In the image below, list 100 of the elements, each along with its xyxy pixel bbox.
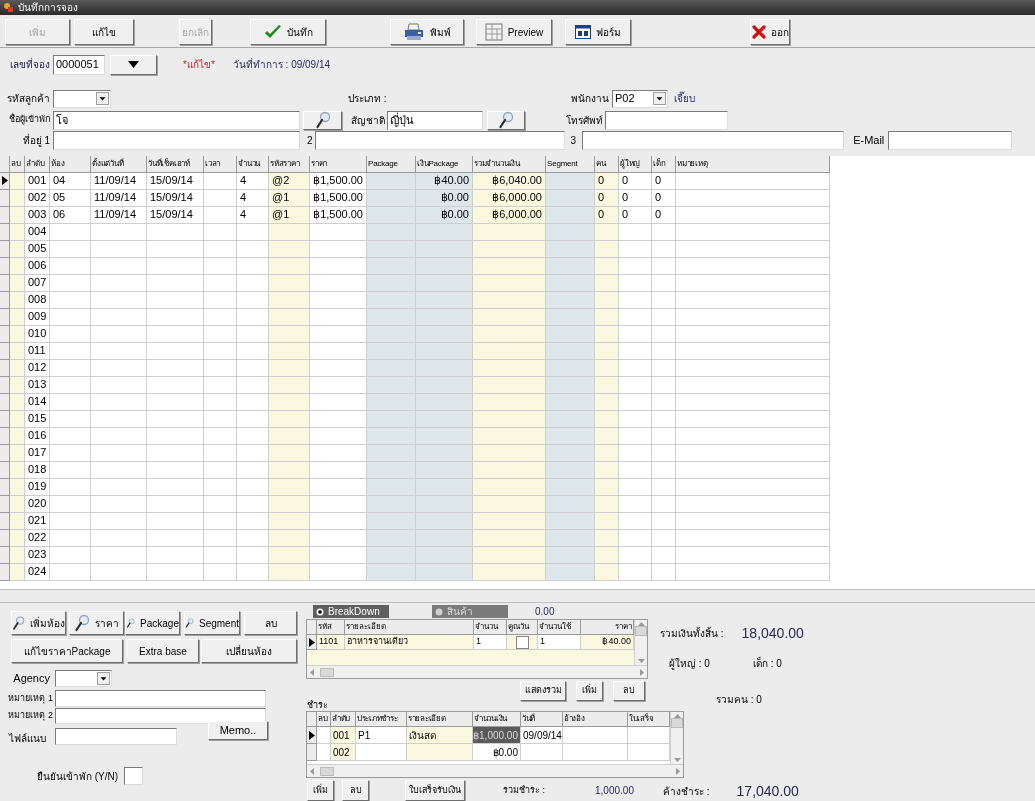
- action-button[interactable]: ราคา: [69, 611, 124, 635]
- column-header[interactable]: เงินPackage: [416, 155, 473, 173]
- column-header[interactable]: ผู้ใหญ่: [619, 155, 652, 173]
- action-button[interactable]: เปลี่ยนห้อง: [201, 639, 297, 663]
- search-button[interactable]: [487, 110, 525, 130]
- column-header[interactable]: รหัสราคา: [269, 155, 310, 173]
- column-header[interactable]: หมายเหตุ: [676, 155, 830, 173]
- mode-label: *แก้ไข*: [183, 58, 215, 73]
- action-button[interactable]: ลบ: [342, 780, 369, 801]
- action-button[interactable]: ลบ: [613, 681, 645, 701]
- search-icon: [74, 614, 90, 632]
- action-button[interactable]: Segment: [184, 611, 240, 635]
- scrollbar[interactable]: [670, 712, 683, 764]
- column-header[interactable]: เวลา: [204, 155, 237, 173]
- table-cell: 002: [331, 744, 356, 761]
- column-header[interactable]: เด็ก: [652, 155, 676, 173]
- action-button[interactable]: แสดงรวม: [520, 681, 566, 701]
- address-field[interactable]: [582, 130, 845, 150]
- scroll-down-icon[interactable]: [673, 758, 681, 762]
- field-label: ยืนยันเข้าพัก (Y/N): [37, 769, 119, 784]
- column-header[interactable]: Segment: [546, 155, 595, 173]
- field-label: หมายเหตุ 1: [7, 691, 53, 706]
- column-header[interactable]: คูณวัน: [507, 620, 538, 635]
- scrollbar[interactable]: [634, 620, 647, 665]
- table-cell: 1101: [317, 635, 345, 650]
- scroll-thumb[interactable]: [671, 718, 683, 728]
- toolbar-button[interactable]: บันทึก: [250, 19, 326, 46]
- row-header[interactable]: [307, 635, 317, 650]
- column-header[interactable]: ลบ: [10, 155, 25, 173]
- column-header[interactable]: รวมจำนวนเงิน: [473, 155, 546, 173]
- field-label: เลขที่จอง: [9, 57, 50, 73]
- action-button[interactable]: เพิ่ม: [307, 780, 334, 801]
- action-button[interactable]: เพิ่มห้อง: [11, 611, 66, 635]
- option-tab[interactable]: BreakDown: [313, 605, 389, 618]
- attachment-field[interactable]: [55, 728, 177, 745]
- column-header[interactable]: ห้อง: [50, 155, 91, 173]
- column-header[interactable]: Package: [367, 155, 416, 173]
- table-cell: อาหารจานเดียว: [345, 635, 474, 650]
- toolbar-button[interactable]: แก้ไข: [74, 19, 134, 46]
- note-field[interactable]: [55, 690, 266, 707]
- action-button[interactable]: แก้ไขราคาPackage: [11, 639, 123, 663]
- toolbar-button[interactable]: ออก: [750, 19, 790, 46]
- toolbar-button[interactable]: ฟอร์ม: [565, 19, 631, 46]
- table-cell: [317, 744, 331, 761]
- action-button[interactable]: Package: [125, 611, 180, 635]
- column-header[interactable]: ราคา: [310, 155, 367, 173]
- toolbar-button[interactable]: Preview: [476, 19, 552, 46]
- confirm-field[interactable]: [124, 767, 144, 785]
- scrollbar[interactable]: [307, 764, 683, 777]
- column-header[interactable]: จำนวน: [237, 155, 269, 173]
- toolbar-button[interactable]: พิมพ์: [390, 19, 464, 46]
- scroll-left-icon[interactable]: [310, 668, 314, 676]
- table-cell: เงินสด: [407, 727, 473, 744]
- search-icon: [314, 111, 331, 130]
- scroll-left-icon[interactable]: [310, 767, 314, 775]
- action-button[interactable]: ลบ: [244, 611, 297, 635]
- row-header[interactable]: [0, 172, 10, 190]
- scroll-thumb[interactable]: [320, 766, 334, 776]
- column-header[interactable]: คน: [595, 155, 619, 173]
- memo-button[interactable]: Memo..: [208, 721, 268, 740]
- scrollbar[interactable]: [307, 665, 647, 678]
- booking-number-field[interactable]: 0000051: [53, 54, 105, 75]
- scroll-right-icon[interactable]: [640, 668, 644, 676]
- table-cell: P1: [356, 727, 407, 744]
- table-cell: 09/09/14: [521, 727, 563, 744]
- nationality-field[interactable]: ญี่ปุ่น: [387, 110, 483, 130]
- date-label: วันที่ทำการ : 09/09/14: [232, 57, 331, 73]
- guest-name-field[interactable]: โจ: [53, 110, 300, 130]
- address-field[interactable]: [314, 130, 565, 150]
- table-cell: [521, 744, 563, 761]
- column-header[interactable]: วันที่เช็คเอาท์: [147, 155, 204, 173]
- scroll-thumb[interactable]: [320, 667, 334, 677]
- window-title: บันทึกการจอง: [18, 1, 78, 15]
- customer-code-dropdown[interactable]: [53, 89, 111, 108]
- form-icon: [575, 25, 591, 40]
- table-cell: [563, 744, 628, 761]
- column-header[interactable]: รายละเอียด: [345, 620, 474, 635]
- column-header[interactable]: รหัส: [317, 620, 345, 635]
- total-label: รวมชำระ :: [503, 783, 545, 797]
- dropdown-button[interactable]: [110, 54, 157, 75]
- email-field[interactable]: [888, 130, 1013, 150]
- agency-dropdown[interactable]: [55, 670, 112, 687]
- search-button[interactable]: [303, 110, 342, 130]
- column-header[interactable]: ลำดับ: [25, 155, 50, 173]
- staff-dropdown[interactable]: P02: [612, 89, 668, 108]
- action-button[interactable]: ใบเสร็จรับเงิน: [405, 780, 465, 801]
- scroll-right-icon[interactable]: [676, 767, 680, 775]
- checkbox[interactable]: [515, 635, 529, 649]
- note-field[interactable]: [55, 708, 266, 724]
- close-icon: [751, 25, 766, 40]
- scroll-down-icon[interactable]: [637, 659, 645, 663]
- field-label: 2: [307, 133, 313, 148]
- column-header[interactable]: ตั้งแต่วันที่: [91, 155, 147, 173]
- scroll-thumb[interactable]: [635, 626, 647, 636]
- total-value: 1,000.00: [595, 784, 634, 798]
- action-button[interactable]: Extra base: [127, 639, 199, 663]
- phone-field[interactable]: [605, 110, 728, 130]
- table-cell: ฿1,000.00: [473, 727, 521, 744]
- action-button[interactable]: เพิ่ม: [576, 681, 603, 701]
- address-field[interactable]: [53, 130, 300, 150]
